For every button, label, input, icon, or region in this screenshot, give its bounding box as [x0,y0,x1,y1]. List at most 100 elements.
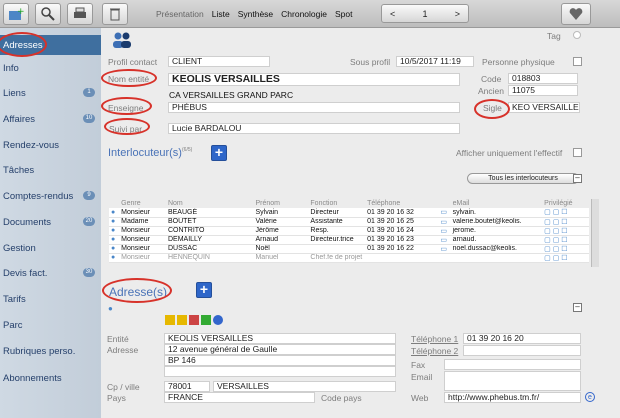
cp-field[interactable]: 78001 [164,381,210,392]
ancien-field[interactable]: 11075 [508,85,578,96]
zoom-icon[interactable]: ● [111,245,115,252]
tab-chronologie[interactable]: Chronologie [277,7,331,21]
all-contacts-button[interactable]: Tous les interlocuteurs [467,173,579,184]
print-button[interactable] [67,3,93,25]
collapse-contacts-button[interactable]: – [573,174,582,183]
enseigne-field[interactable]: PHÉBUS [168,102,460,113]
video-call-icon[interactable]: ▭ [440,228,447,235]
column-header: Téléphone [365,199,439,208]
column-header: Prénom [253,199,309,208]
favorite-button[interactable] [561,3,591,25]
entite-subtitle: CA VERSAILLES GRAND PARC [169,90,294,100]
sous-profil-field[interactable]: 10/5/2017 11:19 [396,56,474,67]
zoom-icon[interactable]: ● [108,304,113,313]
flag-icon[interactable] [189,315,199,325]
adresse-line1-field[interactable]: 12 avenue général de Gaulle [164,344,396,355]
cell-nom: CONTRITO [165,226,254,236]
tag-toggle[interactable] [573,31,581,39]
sidebar-item-abonnements[interactable]: Abonnements [0,368,101,388]
nom-entite-field[interactable]: KEOLIS VERSAILLES [168,73,460,86]
globe-icon[interactable] [213,315,223,325]
column-header: Fonction [308,199,366,208]
tab-liste[interactable]: Liste [208,7,234,21]
telephone2-field[interactable] [463,345,581,356]
annotation-circle [474,99,510,119]
entite-field[interactable]: KEOLIS VERSAILLES [164,333,396,344]
code-field[interactable]: 018803 [508,73,578,84]
export-icon[interactable] [177,315,187,325]
ville-field[interactable]: VERSAILLES [213,381,396,392]
count-badge: 1 [83,88,95,97]
zoom-icon[interactable]: ● [111,218,115,225]
sidebar-item-gestion[interactable]: Gestion [0,238,101,258]
message-icon[interactable]: ▢ ▢ ☐ [544,209,567,216]
sidebar-item-affaires[interactable]: Affaires 10 [0,109,101,129]
cell-prenom: Valérie [253,217,309,227]
telephone2-label[interactable]: Téléphone 2 [411,346,458,356]
annotation-circle [104,118,150,135]
zoom-icon[interactable]: ● [111,254,115,261]
fax-field[interactable] [444,359,581,370]
sidebar-item-parc[interactable]: Parc [0,315,101,335]
sidebar-item-tarifs[interactable]: Tarifs [0,289,101,309]
next-record-icon[interactable]: > [455,9,460,19]
message-icon[interactable]: ▢ ▢ ☐ [544,219,567,226]
zoom-icon[interactable]: ● [111,227,115,234]
sigle-field[interactable]: KEO VERSAILLES [508,102,580,113]
open-link-icon[interactable]: e [585,392,595,402]
adresse-line2-field[interactable]: BP 146 [164,355,396,366]
zoom-icon[interactable]: ● [111,209,115,216]
add-contact-plus-button[interactable]: + [211,145,227,161]
sidebar-item-devis[interactable]: Devis fact. 30 [0,263,101,283]
add-contact-button[interactable]: + [3,3,29,25]
tab-presentation[interactable]: Présentation [152,7,208,21]
personne-physique-checkbox[interactable] [573,57,582,66]
email-label: Email [411,372,433,382]
table-row[interactable]: ● Monsieur HENNEQUIN Manuel Chef.fe de p… [109,253,589,263]
message-icon[interactable]: ▢ ▢ ☐ [544,255,567,262]
cell-email: sylvain. [450,208,543,218]
sidebar-item-rendez-vous[interactable]: Rendez-vous [0,135,101,155]
tab-spot[interactable]: Spot [331,7,357,21]
zoom-icon[interactable]: ● [111,236,115,243]
video-call-icon[interactable]: ▭ [440,246,447,253]
table-row[interactable]: ● Monsieur DEMAILLY Arnaud Directeur.tri… [109,235,589,245]
main-panel: Tag Profil contact CLIENT Sous profil 10… [101,28,620,418]
message-icon[interactable]: ▢ ▢ ☐ [544,228,567,235]
video-call-icon[interactable]: ▭ [440,209,447,216]
sidebar-item-liens[interactable]: Liens 1 [0,83,101,103]
sidebar-item-comptes-rendus[interactable]: Comptes-rendus 9 [0,186,101,206]
suivi-par-field[interactable]: Lucie BARDALOU [168,123,460,134]
profil-field[interactable]: CLIENT [168,56,270,67]
tab-synthese[interactable]: Synthèse [234,7,277,21]
message-icon[interactable]: ▢ ▢ ☐ [544,237,567,244]
sidebar-item-info[interactable]: Info [0,58,101,78]
message-icon[interactable]: ▢ ▢ ☐ [544,246,567,253]
video-call-icon[interactable]: ▭ [440,219,447,226]
sidebar-item-taches[interactable]: Tâches [0,160,101,180]
table-row[interactable]: ● Monsieur BEAUGÉ Sylvain Directeur 01 3… [109,208,589,218]
table-row[interactable]: ● Monsieur DUSSAC Noël 01 39 20 16 22 ▭ … [109,244,589,254]
table-row[interactable]: ● Monsieur CONTRITO Jérôme Resp. 01 39 2… [109,226,589,236]
web-field[interactable]: http://www.phebus.tm.fr/ [444,392,581,403]
map-icon[interactable] [201,315,211,325]
telephone1-field[interactable]: 01 39 20 16 20 [463,333,581,344]
pays-select[interactable]: FRANCE [164,392,315,403]
sidebar-item-rubriques[interactable]: Rubriques perso. [0,341,101,361]
delete-button[interactable] [102,3,128,25]
prev-record-icon[interactable]: < [390,9,395,19]
search-button[interactable] [35,3,61,25]
table-row[interactable]: ● Madame BOUTET Valérie Assistante 01 39… [109,217,589,227]
effectif-filter-checkbox[interactable] [573,148,582,157]
sidebar-item-documents[interactable]: Documents 20 [0,212,101,232]
telephone1-label[interactable]: Téléphone 1 [411,334,458,344]
contacts-table: Genre Nom Prénom Fonction Téléphone eMai… [109,199,589,263]
collapse-address-button[interactable]: – [573,303,582,312]
email-field[interactable] [444,371,581,391]
import-icon[interactable] [165,315,175,325]
video-call-icon[interactable]: ▭ [440,237,447,244]
sidebar-item-label: Parc [3,319,23,331]
contacts-scrollbar[interactable] [591,199,599,267]
add-address-plus-button[interactable]: + [196,282,212,298]
adresse-line3-field[interactable] [164,366,396,377]
